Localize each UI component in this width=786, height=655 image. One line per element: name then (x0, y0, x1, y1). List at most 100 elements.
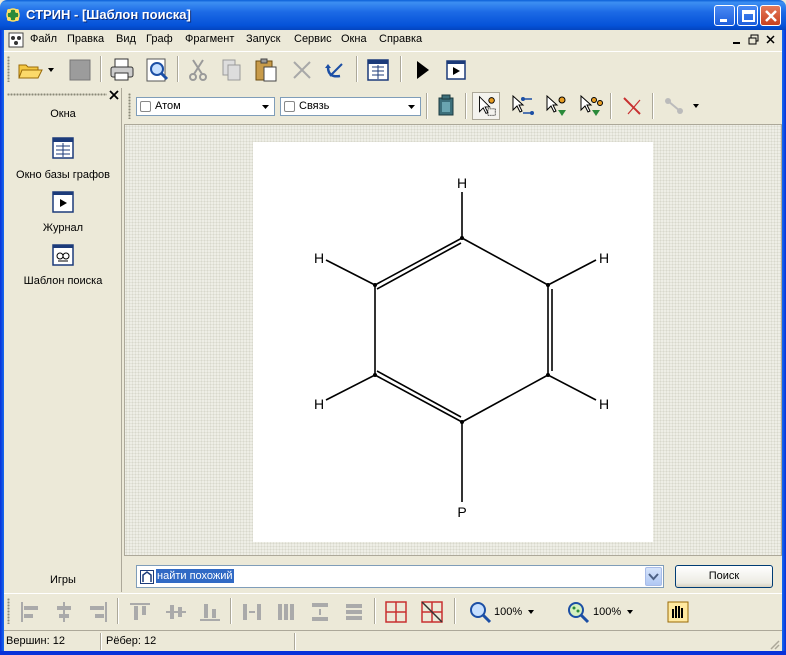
chevron-down-icon[interactable] (47, 66, 55, 74)
align-right-icon[interactable] (84, 598, 112, 626)
search-mode-combo[interactable]: найти похожий (136, 565, 664, 588)
atom-combo[interactable]: Атом (136, 97, 275, 116)
distribute-rows-icon[interactable] (340, 598, 368, 626)
vertex[interactable] (373, 373, 377, 377)
menu-service[interactable]: Сервис (294, 33, 332, 45)
menu-help[interactable]: Справка (379, 33, 422, 45)
distribute-center-icon[interactable] (272, 598, 300, 626)
open-folder-icon[interactable] (16, 56, 44, 84)
toolbar-grip[interactable] (7, 56, 10, 82)
panel-item-search-template[interactable]: Шаблон поиска (4, 275, 122, 287)
close-button[interactable] (760, 5, 781, 26)
journal-icon[interactable] (442, 56, 470, 84)
chevron-down-icon[interactable] (527, 608, 535, 616)
zoom-value-2[interactable]: 100% (593, 606, 621, 618)
panel-grip[interactable] (7, 93, 107, 96)
align-left-icon[interactable] (16, 598, 44, 626)
bond[interactable] (461, 237, 549, 286)
align-middle-icon[interactable] (162, 598, 190, 626)
select-cursor-icon[interactable] (472, 92, 500, 120)
bond[interactable] (547, 374, 597, 401)
document-icon[interactable] (8, 32, 24, 48)
molecule-graph[interactable]: H H H H H P (253, 142, 653, 542)
chevron-down-icon[interactable] (692, 102, 700, 110)
menu-view[interactable]: Вид (116, 33, 136, 45)
search-button[interactable]: Поиск (675, 565, 773, 588)
vertex[interactable] (460, 236, 464, 240)
mdi-close-icon[interactable] (764, 33, 778, 47)
save-icon[interactable] (66, 56, 94, 84)
graph-canvas[interactable]: H H H H H P (253, 142, 653, 542)
align-bottom-icon[interactable] (196, 598, 224, 626)
erase-bond-icon[interactable] (618, 92, 646, 120)
bond[interactable] (547, 259, 597, 286)
vertex[interactable] (460, 420, 464, 424)
mdi-restore-icon[interactable] (747, 33, 761, 47)
zoom-network-icon[interactable] (564, 598, 592, 626)
bond[interactable] (374, 374, 463, 423)
atom-label-h-right-top[interactable]: H (599, 250, 609, 266)
distribute-horizontal-icon[interactable] (238, 598, 266, 626)
chevron-down-icon[interactable] (626, 608, 634, 616)
panel-item-graph-db[interactable]: Окно базы графов (4, 169, 122, 181)
search-mode-dropdown-button[interactable] (645, 567, 662, 586)
run-icon[interactable] (408, 56, 436, 84)
maximize-button[interactable] (737, 5, 758, 26)
atom-label-h-left-bottom[interactable]: H (314, 396, 324, 412)
cut-icon[interactable] (184, 56, 212, 84)
undo-icon[interactable] (322, 56, 350, 84)
print-preview-icon[interactable] (143, 56, 171, 84)
bond[interactable] (325, 374, 376, 401)
vertex[interactable] (546, 373, 550, 377)
bond[interactable] (325, 259, 376, 286)
atom-label-h-right-bottom[interactable]: H (599, 396, 609, 412)
chevron-down-icon[interactable] (404, 99, 419, 114)
resize-grip-icon[interactable] (768, 638, 780, 650)
mdi-minimize-icon[interactable] (730, 33, 744, 47)
atom-label-p[interactable]: P (457, 504, 466, 520)
title-bar: СТРИН - [Шаблон поиска] (0, 0, 786, 30)
journal-icon[interactable] (52, 191, 74, 213)
copy-icon[interactable] (218, 56, 246, 84)
distribute-vertical-icon[interactable] (306, 598, 334, 626)
graph-db-window-icon[interactable] (364, 56, 392, 84)
toolbar-grip[interactable] (7, 598, 10, 624)
menu-fragment[interactable]: Фрагмент (185, 33, 234, 45)
menu-file[interactable]: Файл (30, 33, 57, 45)
panel-footer-games[interactable]: Игры (4, 574, 122, 586)
bond-combo[interactable]: Связь (280, 97, 421, 116)
bond[interactable] (461, 374, 549, 423)
print-icon[interactable] (108, 56, 136, 84)
graph-db-window-icon[interactable] (52, 137, 74, 159)
atom-label-h-top[interactable]: H (457, 175, 467, 191)
connect-nodes-icon[interactable] (660, 92, 688, 120)
zoom-value-1[interactable]: 100% (494, 606, 522, 618)
minimize-button[interactable] (714, 5, 735, 26)
vertex[interactable] (373, 283, 377, 287)
menu-windows[interactable]: Окна (341, 33, 367, 45)
menu-run[interactable]: Запуск (246, 33, 280, 45)
add-atom-cursor-icon[interactable] (542, 92, 570, 120)
search-template-icon[interactable] (52, 244, 74, 266)
grid-icon[interactable] (382, 598, 410, 626)
align-top-icon[interactable] (126, 598, 154, 626)
delete-icon[interactable] (288, 56, 316, 84)
close-icon[interactable] (108, 89, 120, 101)
align-center-icon[interactable] (50, 598, 78, 626)
atom-label-h-left-top[interactable]: H (314, 250, 324, 266)
weight-icon[interactable] (432, 92, 460, 120)
menu-graph[interactable]: Граф (146, 33, 173, 45)
bond[interactable] (374, 237, 463, 286)
add-bond-cursor-icon[interactable] (508, 92, 536, 120)
no-grid-icon[interactable] (418, 598, 446, 626)
vertex[interactable] (546, 283, 550, 287)
toolbar-separator (454, 598, 456, 624)
toolbar-grip[interactable] (128, 93, 131, 119)
panel-item-journal[interactable]: Журнал (4, 222, 122, 234)
menu-edit[interactable]: Правка (67, 33, 104, 45)
add-group-cursor-icon[interactable] (576, 92, 604, 120)
zoom-icon[interactable] (466, 598, 494, 626)
paste-icon[interactable] (252, 56, 280, 84)
chevron-down-icon[interactable] (258, 99, 273, 114)
pan-hand-icon[interactable] (664, 598, 692, 626)
